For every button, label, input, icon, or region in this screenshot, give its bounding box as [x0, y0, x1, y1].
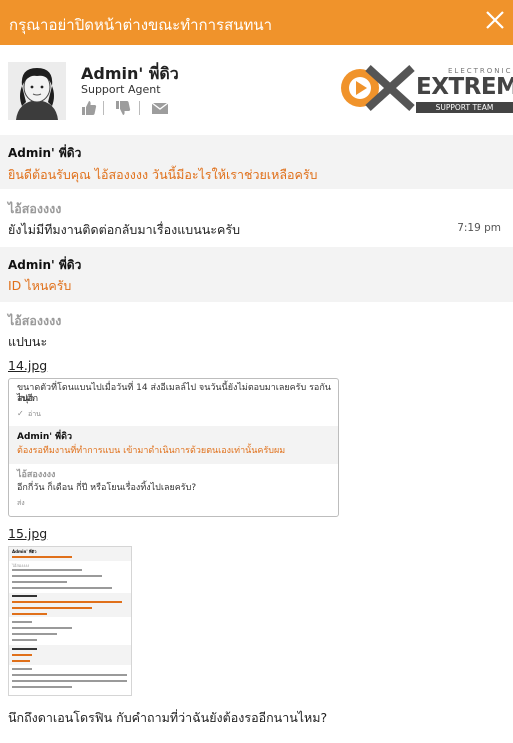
preview-sender: Admin' พี่ดิว — [17, 432, 72, 442]
check-icon: ✓ — [17, 409, 24, 418]
message-sender: ไอ้สองงงง — [8, 313, 62, 328]
agent-panel: Admin' พี่ดิว Support Agent ELECTRONIC E… — [0, 45, 513, 135]
chat-title: กรุณาอย่าปิดหน้าต่างขณะทำการสนทนา — [9, 16, 273, 34]
preview-text: ไปอีก — [17, 394, 39, 404]
thumbs-down-icon[interactable] — [115, 100, 131, 116]
message-text: นึกถึงดาเอนโดรฟิน กับคำถามที่ว่าฉันยังต้… — [8, 710, 328, 725]
chat-header: กรุณาอย่าปิดหน้าต่างขณะทำการสนทนา — [0, 0, 513, 45]
message-text: ยังไม่มีทีมงานติดต่อกลับมาเรื่องแบนนะครั… — [8, 222, 241, 237]
message-text: แปบนะ — [8, 334, 48, 349]
thumbs-up-icon[interactable] — [81, 100, 97, 116]
attachment-link-15[interactable]: 15.jpg — [8, 526, 47, 541]
close-icon[interactable] — [483, 8, 507, 32]
divider — [139, 101, 140, 115]
message-time: 7:19 pm — [457, 222, 501, 234]
preview-status: ส่ง — [17, 499, 25, 507]
preview-status: อ่าน — [28, 410, 41, 418]
avatar — [8, 62, 66, 120]
message-agent: Admin' พี่ดิว ID ไหนครับ — [0, 247, 513, 302]
email-icon[interactable] — [151, 100, 169, 116]
message-agent: Admin' พี่ดิว ยินดีต้อนรับคุณ ไอ้สองงงง … — [0, 135, 513, 189]
preview-text: ขนาดตัวที่โดนแบนไปเมื่อวันที่ 14 ส่งอีเม… — [17, 383, 331, 404]
message-sender: Admin' พี่ดิว — [8, 146, 82, 160]
preview-text: ต้องรอทีมงานที่ทำการแบน เข้ามาดำเนินการด… — [17, 446, 286, 456]
preview-text: อีกกี่วัน ก็เดือน กี่ปี หรือโยนเรื่องทิ้… — [17, 483, 197, 493]
agent-role: Support Agent — [81, 83, 161, 96]
message-visitor: ไอ้สองงงง ยังไม่มีทีมงานติดต่อกลับมาเรื่… — [0, 191, 513, 246]
preview-sender: Admin' พี่ดิว — [12, 549, 37, 554]
attachment-image-14[interactable]: ขนาดตัวที่โดนแบนไปเมื่อวันที่ 14 ส่งอีเม… — [8, 378, 339, 517]
attachment-image-15[interactable]: Admin' พี่ดิว ไอ้สองงงง — [8, 546, 132, 696]
preview-sender: ไอ้สองงงง — [17, 470, 56, 480]
brand-main-text: EXTREME — [416, 74, 513, 100]
message-text: ID ไหนครับ — [8, 278, 72, 293]
brand-team-text: SUPPORT TEAM — [416, 102, 513, 113]
preview-sender: ไอ้สองงงง — [12, 563, 30, 568]
message-sender: ไอ้สองงงง — [8, 201, 62, 216]
message-text: ยินดีต้อนรับคุณ ไอ้สองงงง วันนี้มีอะไรให… — [8, 167, 318, 182]
message-sender: Admin' พี่ดิว — [8, 258, 82, 272]
attachment-link-14[interactable]: 14.jpg — [8, 358, 47, 373]
brand-logo: ELECTRONIC EXTREME SUPPORT TEAM — [338, 64, 513, 114]
divider — [103, 101, 104, 115]
